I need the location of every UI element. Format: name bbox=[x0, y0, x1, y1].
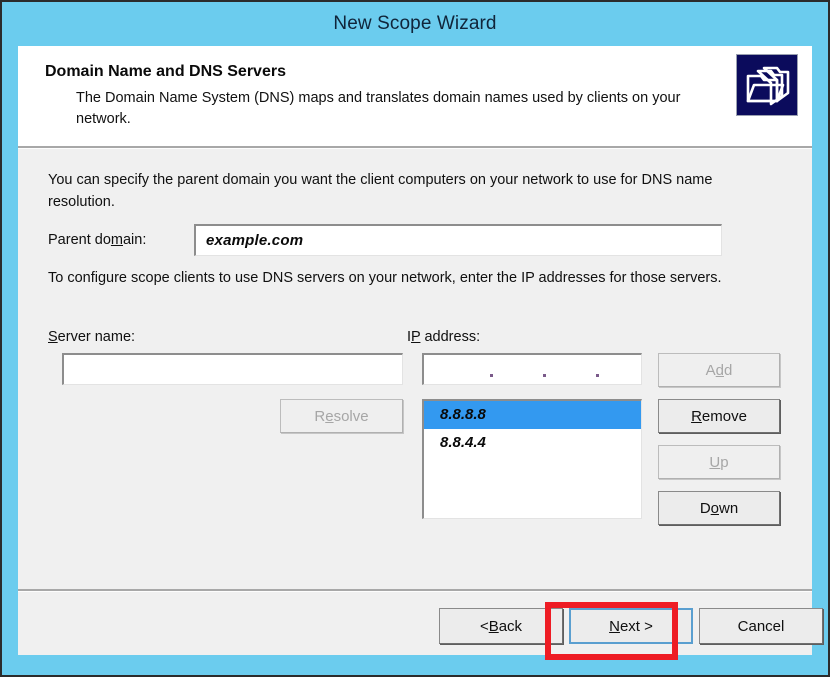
ip-dot-2 bbox=[543, 374, 546, 377]
server-name-label-post: erver name: bbox=[57, 329, 136, 345]
add-label-post: d bbox=[724, 361, 733, 379]
folders-icon bbox=[736, 54, 798, 116]
ip-dot-1 bbox=[490, 374, 493, 377]
remove-button[interactable]: Remove bbox=[658, 399, 780, 433]
intro-paragraph: You can specify the parent domain you wa… bbox=[48, 172, 713, 210]
wizard-window: New Scope Wizard Domain Name and DNS Ser… bbox=[2, 2, 828, 675]
down-label-accel: o bbox=[710, 499, 719, 517]
cancel-label: Cancel bbox=[737, 617, 785, 635]
add-label-pre: A bbox=[705, 361, 716, 379]
down-button[interactable]: Do wn bbox=[658, 491, 780, 525]
up-button[interactable]: Up bbox=[658, 445, 780, 479]
dns-server-list[interactable]: 8.8.8.8 8.8.4.4 bbox=[422, 399, 642, 519]
remove-label-accel: R bbox=[691, 407, 702, 425]
up-label-accel: U bbox=[709, 453, 721, 471]
server-name-input[interactable] bbox=[62, 353, 403, 385]
ip-dot-3 bbox=[596, 374, 599, 377]
screenshot-root: New Scope Wizard Domain Name and DNS Ser… bbox=[0, 0, 830, 677]
add-button[interactable]: Add bbox=[658, 353, 780, 387]
next-button[interactable]: Next > bbox=[569, 608, 693, 644]
list-item[interactable]: 8.8.8.8 bbox=[424, 401, 641, 429]
down-label-post: wn bbox=[719, 499, 739, 517]
dialog-body: Domain Name and DNS Servers The Domain N… bbox=[18, 46, 823, 655]
cancel-button[interactable]: Cancel bbox=[699, 608, 823, 644]
parent-domain-label-post: ain: bbox=[122, 232, 147, 248]
page-description: The Domain Name System (DNS) maps and tr… bbox=[76, 90, 681, 127]
page-content: You can specify the parent domain you wa… bbox=[18, 149, 812, 589]
parent-domain-value: example.com bbox=[206, 232, 304, 249]
add-label-accel: d bbox=[715, 361, 724, 379]
server-name-label: Server name: bbox=[48, 329, 135, 345]
back-button[interactable]: < Back bbox=[439, 608, 563, 644]
back-label-pre: < bbox=[479, 617, 489, 635]
list-item[interactable]: 8.8.4.4 bbox=[424, 429, 641, 457]
next-label-post: ext > bbox=[619, 617, 653, 635]
window-title: New Scope Wizard bbox=[333, 13, 497, 34]
back-label-accel: B bbox=[488, 617, 499, 635]
page-header-banner: Domain Name and DNS Servers The Domain N… bbox=[18, 46, 812, 146]
parent-domain-label-pre: Parent do bbox=[48, 232, 111, 248]
resolve-label-pre: R bbox=[314, 407, 326, 425]
up-label-post: p bbox=[720, 453, 729, 471]
parent-domain-label: Parent domain: bbox=[48, 232, 146, 248]
title-bar: New Scope Wizard bbox=[2, 2, 828, 46]
server-name-label-accel: S bbox=[48, 329, 58, 345]
next-label-accel: N bbox=[609, 617, 620, 635]
down-label-pre: D bbox=[699, 499, 711, 517]
page-title: Domain Name and DNS Servers bbox=[45, 63, 286, 80]
ip-address-label-post: address: bbox=[420, 329, 481, 345]
parent-domain-label-accel: m bbox=[110, 232, 123, 248]
remove-label-post: emove bbox=[701, 407, 747, 425]
ip-address-input[interactable] bbox=[422, 353, 642, 385]
ip-octet-separators bbox=[424, 355, 641, 384]
footer-button-bar: < Back Next > Cancel bbox=[18, 592, 823, 655]
dns-paragraph: To configure scope clients to use DNS se… bbox=[48, 270, 722, 286]
parent-domain-input[interactable]: example.com bbox=[194, 224, 722, 256]
resolve-label-post: solve bbox=[333, 407, 369, 425]
resolve-label-accel: e bbox=[325, 407, 334, 425]
back-label-post: ack bbox=[498, 617, 523, 635]
ip-address-label: IP address: bbox=[407, 329, 480, 345]
resolve-button[interactable]: Re solve bbox=[280, 399, 403, 433]
